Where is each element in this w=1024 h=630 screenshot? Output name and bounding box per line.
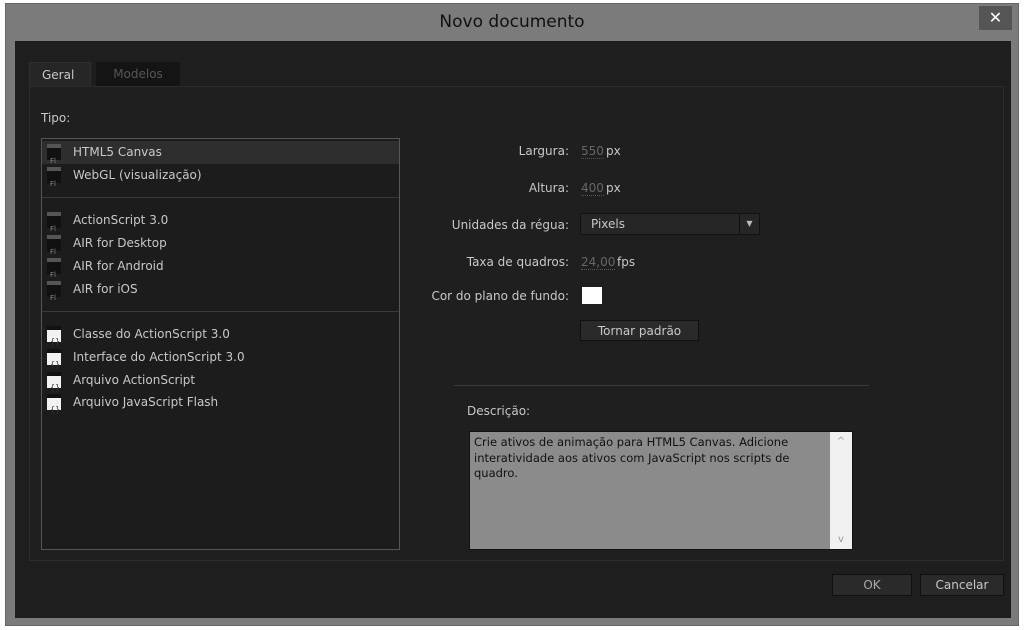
divider (42, 197, 399, 198)
list-item[interactable]: WebGL (visualização) (42, 164, 399, 195)
list-item-label: AIR for iOS (73, 282, 138, 296)
as-file-icon (47, 326, 61, 353)
height-input[interactable]: 400 (581, 181, 604, 196)
dialog-body: Geral Modelos Tipo: HTML5 Canvas WebGL (… (15, 41, 1011, 618)
list-item[interactable]: ActionScript 3.0 (42, 209, 399, 240)
fla-file-icon (47, 235, 61, 263)
dropdown-value: Pixels (591, 217, 626, 231)
ruler-units-dropdown[interactable]: Pixels ▼ (580, 213, 760, 235)
list-item-label: Classe do ActionScript 3.0 (73, 327, 230, 341)
list-item[interactable]: AIR for Android (42, 255, 399, 286)
fla-file-icon (47, 167, 61, 195)
list-item[interactable]: AIR for iOS (42, 278, 399, 309)
as-file-icon (47, 349, 61, 376)
list-item-label: Interface do ActionScript 3.0 (73, 350, 245, 364)
width-input[interactable]: 550 (581, 144, 604, 159)
divider (42, 311, 399, 312)
list-item[interactable]: AIR for Desktop (42, 232, 399, 263)
fla-file-icon (47, 212, 61, 240)
type-list[interactable]: HTML5 Canvas WebGL (visualização) Action… (41, 138, 400, 550)
description-text: Crie ativos de animação para HTML5 Canva… (469, 431, 853, 550)
as-file-icon (47, 372, 61, 399)
make-default-button[interactable]: Tornar padrão (580, 320, 699, 341)
height-label: Altura: (528, 181, 569, 195)
tab-modelos[interactable]: Modelos (96, 62, 180, 86)
dialog-window: Novo documento ✕ Geral Modelos Tipo: HTM… (5, 3, 1019, 626)
divider (454, 385, 869, 386)
list-item[interactable]: HTML5 Canvas (42, 141, 399, 172)
list-item-label: Arquivo JavaScript Flash (73, 395, 219, 409)
scroll-down-icon[interactable]: v (830, 532, 852, 548)
jsfl-file-icon (47, 394, 61, 421)
close-button[interactable]: ✕ (979, 6, 1012, 30)
ruler-units-label: Unidades da régua: (451, 218, 569, 232)
bg-color-swatch[interactable] (582, 287, 602, 304)
dialog-title: Novo documento (439, 12, 585, 32)
list-item[interactable]: Arquivo JavaScript Flash (42, 391, 399, 421)
fla-file-icon (47, 281, 61, 309)
list-item-label: Arquivo ActionScript (73, 373, 196, 387)
width-unit: px (606, 144, 621, 158)
list-item-label: ActionScript 3.0 (73, 213, 169, 227)
description-label: Descrição: (467, 404, 531, 418)
list-item-label: AIR for Android (73, 259, 164, 273)
list-item[interactable]: Arquivo ActionScript (42, 369, 399, 399)
fps-unit: fps (617, 255, 636, 269)
list-item-label: WebGL (visualização) (73, 168, 202, 182)
fps-label: Taxa de quadros: (466, 255, 569, 269)
height-unit: px (606, 181, 621, 195)
cancel-button[interactable]: Cancelar (920, 574, 1004, 596)
ok-button[interactable]: OK (832, 574, 912, 596)
fla-file-icon (47, 258, 61, 286)
fla-file-icon (47, 144, 61, 172)
tab-geral[interactable]: Geral (29, 62, 91, 86)
chevron-down-icon: ▼ (739, 214, 759, 234)
list-item-label: HTML5 Canvas (73, 145, 162, 159)
list-item[interactable]: Classe do ActionScript 3.0 (42, 323, 399, 353)
width-label: Largura: (518, 144, 569, 158)
scrollbar[interactable]: ^ v (830, 432, 852, 549)
list-item-label: AIR for Desktop (73, 236, 167, 250)
fps-input[interactable]: 24,00 (581, 255, 616, 270)
type-label: Tipo: (41, 111, 71, 125)
scroll-up-icon[interactable]: ^ (830, 434, 852, 450)
description-content: Crie ativos de animação para HTML5 Canva… (474, 435, 790, 480)
list-item[interactable]: Interface do ActionScript 3.0 (42, 346, 399, 376)
bg-color-label: Cor do plano de fundo: (431, 289, 569, 303)
